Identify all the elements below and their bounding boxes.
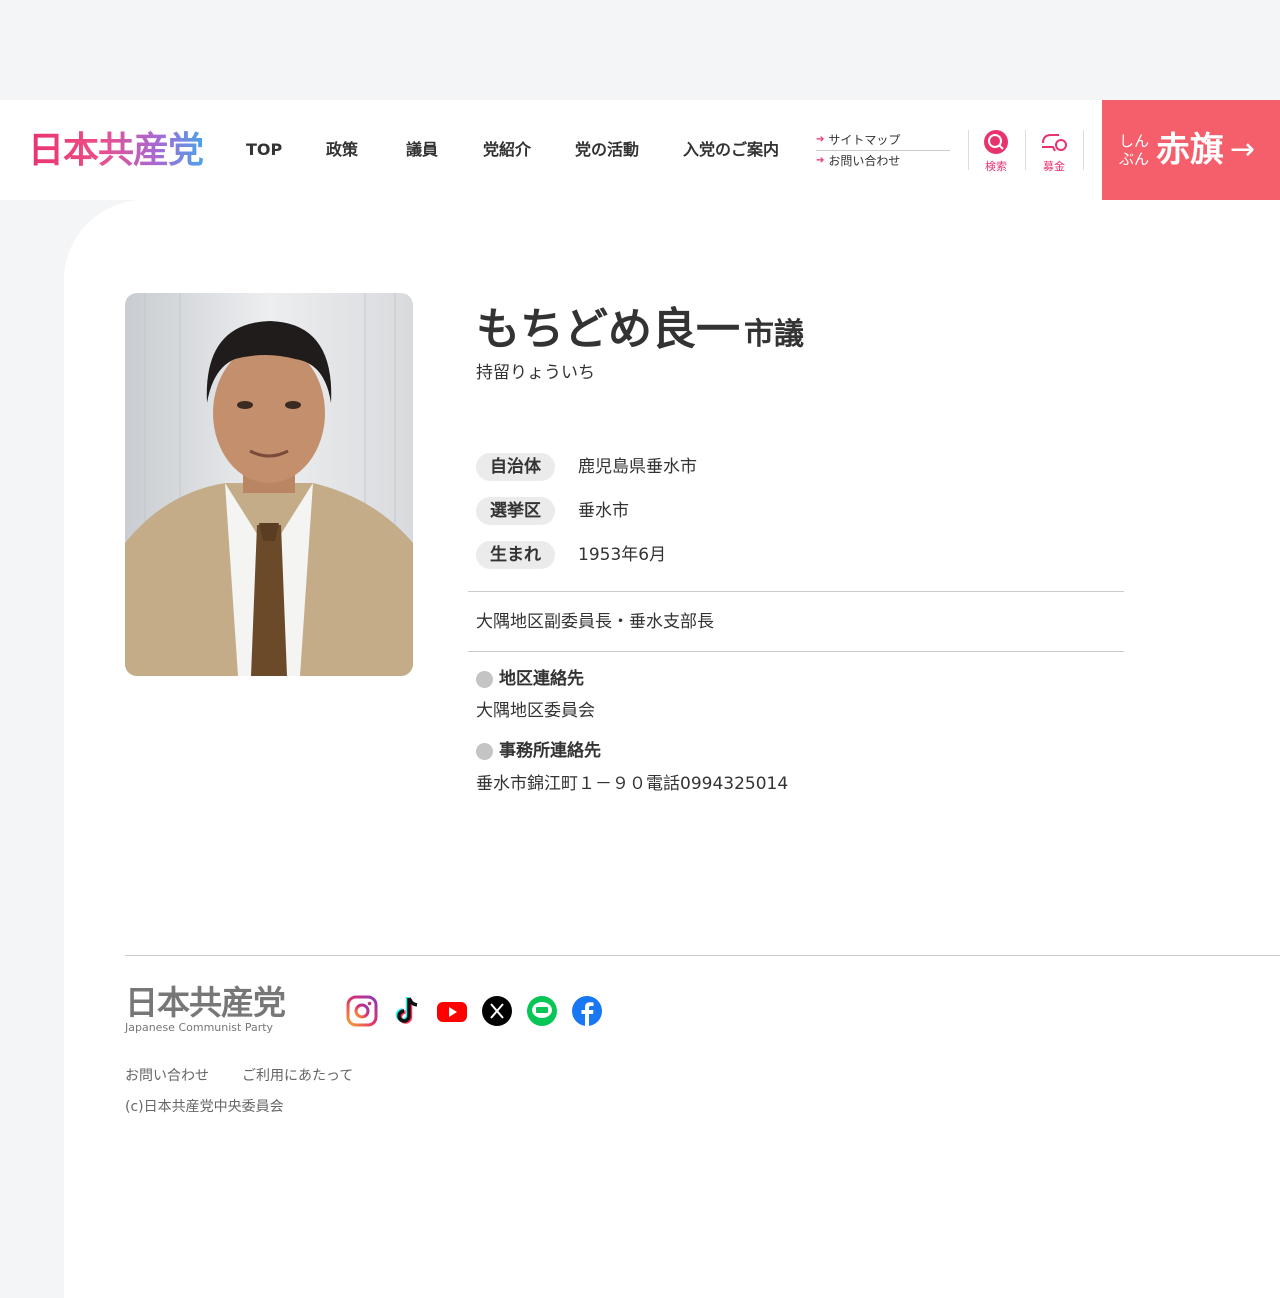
detail-row: 選挙区 垂水市 <box>476 497 629 525</box>
detail-label: 選挙区 <box>476 497 555 525</box>
detail-value: 鹿児島県垂水市 <box>578 457 697 477</box>
site-logo[interactable]: 日本共産党 <box>28 130 204 172</box>
nav-about[interactable]: 党紹介 <box>483 138 575 162</box>
sitemap-link[interactable]: ➔ サイトマップ <box>816 131 950 149</box>
footer-contact-link[interactable]: お問い合わせ <box>125 1066 209 1086</box>
akahata-title: 赤旗 <box>1156 130 1224 170</box>
member-photo <box>125 293 413 676</box>
nav-join[interactable]: 入党のご案内 <box>683 138 779 162</box>
bullet-icon <box>476 670 493 688</box>
akahata-banner[interactable]: しん ぶん 赤旗 → <box>1102 100 1280 200</box>
member-title: 市議 <box>744 317 804 352</box>
youtube-icon[interactable] <box>436 995 468 1027</box>
contact-title: 事務所連絡先 <box>476 738 601 764</box>
member-name: もちどめ良一 市議 <box>476 304 804 355</box>
detail-value: 1953年6月 <box>578 545 667 565</box>
footer-terms-link[interactable]: ご利用にあたって <box>242 1066 353 1086</box>
instagram-icon[interactable] <box>346 995 378 1027</box>
search-button[interactable]: 検索 <box>976 129 1016 174</box>
footer-divider <box>125 955 1280 956</box>
member-kana: 持留りょういち <box>476 363 595 383</box>
contact-title: 地区連絡先 <box>476 666 584 692</box>
detail-label: 自治体 <box>476 453 555 481</box>
sub-nav: ➔ サイトマップ ➔ お問い合わせ <box>816 131 950 170</box>
arrow-right-icon: ➔ <box>816 134 825 145</box>
copyright: (c)日本共産党中央委員会 <box>125 1099 284 1115</box>
x-icon[interactable] <box>481 995 513 1027</box>
member-role: 大隅地区副委員長・垂水支部長 <box>476 612 714 632</box>
social-links <box>346 995 603 1027</box>
divider <box>1025 130 1026 170</box>
nav-members[interactable]: 議員 <box>406 138 483 162</box>
bullet-icon <box>476 742 493 760</box>
nav-policy[interactable]: 政策 <box>326 138 406 162</box>
tiktok-icon[interactable] <box>391 995 423 1027</box>
search-icon <box>984 130 1008 154</box>
contact-value: 大隅地区委員会 <box>476 701 595 721</box>
divider <box>468 591 1124 592</box>
footer-links: お問い合わせ ご利用にあたって <box>125 1066 353 1086</box>
divider <box>816 150 950 151</box>
arrow-right-icon: → <box>1230 132 1256 167</box>
footer-logo[interactable]: 日本共産党 Japanese Communist Party <box>125 985 286 1035</box>
detail-row: 生まれ 1953年6月 <box>476 541 666 569</box>
line-icon[interactable] <box>526 995 558 1027</box>
divider <box>468 651 1124 652</box>
akahata-kana: しん ぶん <box>1119 132 1150 168</box>
main-nav: TOP 政策 議員 党紹介 党の活動 入党のご案内 <box>246 138 779 162</box>
donate-icon <box>1042 134 1067 152</box>
nav-top[interactable]: TOP <box>246 138 326 162</box>
detail-label: 生まれ <box>476 541 555 569</box>
facebook-icon[interactable] <box>571 995 603 1027</box>
contact-link[interactable]: ➔ お問い合わせ <box>816 152 950 170</box>
site-header: 日本共産党 TOP 政策 議員 党紹介 党の活動 入党のご案内 ➔ サイトマップ … <box>0 100 1280 200</box>
divider <box>1083 130 1084 170</box>
donate-button[interactable]: 募金 <box>1034 129 1074 174</box>
nav-activities[interactable]: 党の活動 <box>575 138 683 162</box>
contact-value: 垂水市錦江町１－９０電話0994325014 <box>476 774 789 794</box>
divider <box>968 130 969 170</box>
arrow-right-icon: ➔ <box>816 155 825 166</box>
detail-value: 垂水市 <box>578 501 629 521</box>
detail-row: 自治体 鹿児島県垂水市 <box>476 453 697 481</box>
